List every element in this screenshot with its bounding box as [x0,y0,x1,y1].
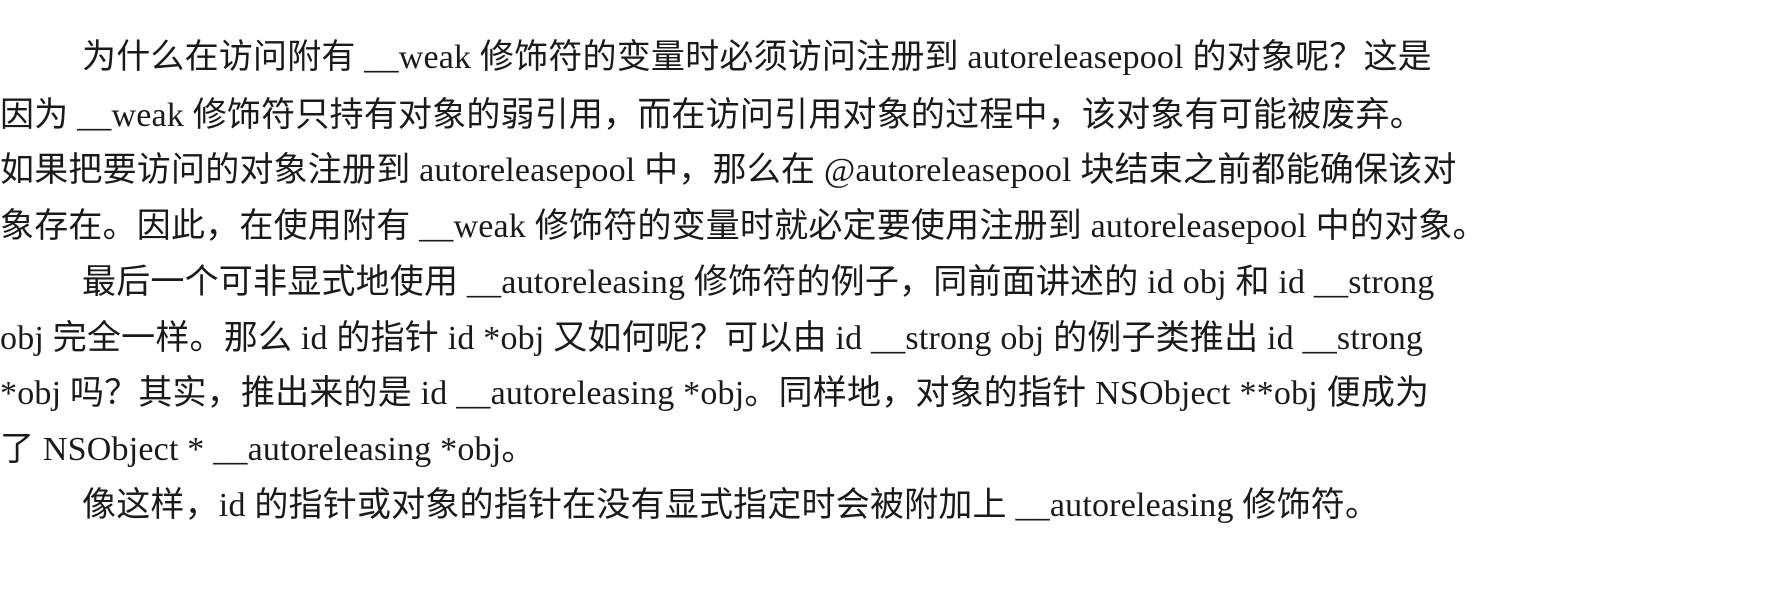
paragraph-2-line-4: 了 NSObject * __autoreleasing *obj。 [0,431,536,468]
clipped-previous-line [0,0,1774,4]
paragraph-1-line-3: 如果把要访问的对象注册到 autoreleasepool 中，那么在 @auto… [0,152,1457,189]
paragraph-3-line-1: 像这样，id 的指针或对象的指针在没有显式指定时会被附加上 __autorele… [82,487,1380,524]
paragraph-1-line-1: 为什么在访问附有 __weak 修饰符的变量时必须访问注册到 autorelea… [82,39,1432,76]
paragraph-2-line-2: obj 完全一样。那么 id 的指针 id *obj 又如何呢？可以由 id _… [0,320,1424,357]
document-page: 为什么在访问附有 __weak 修饰符的变量时必须访问注册到 autorelea… [0,0,1774,590]
paragraph-1-line-2: 因为 __weak 修饰符只持有对象的弱引用，而在访问引用对象的过程中，该对象有… [0,97,1424,134]
paragraph-1-line-4: 象存在。因此，在使用附有 __weak 修饰符的变量时就必定要使用注册到 aut… [0,208,1487,245]
paragraph-2-line-1: 最后一个可非显式地使用 __autoreleasing 修饰符的例子，同前面讲述… [82,264,1435,301]
paragraph-2-line-3: *obj 吗？其实，推出来的是 id __autoreleasing *obj。… [0,375,1430,412]
